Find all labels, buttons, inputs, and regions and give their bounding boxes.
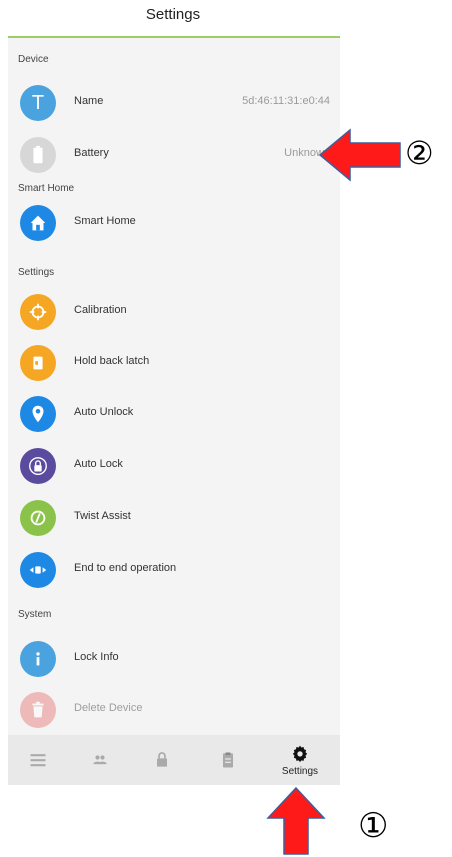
users-icon	[93, 755, 107, 765]
nav-settings-label: Settings	[281, 765, 319, 777]
crosshair-icon	[20, 294, 56, 330]
lock-icon	[157, 752, 167, 767]
annotation-marker-2: ②	[405, 134, 434, 172]
row-end-to-end[interactable]: End to end operation	[8, 548, 340, 592]
twist-icon	[20, 500, 56, 536]
section-device: Device	[18, 54, 49, 65]
row-hold-back-latch-label: Hold back latch	[74, 355, 150, 367]
nav-settings[interactable]: Settings	[268, 735, 332, 785]
bottom-nav: Settings	[8, 735, 340, 785]
row-battery[interactable]: Battery Unknown	[8, 133, 340, 177]
row-hold-back-latch[interactable]: Hold back latch	[8, 341, 340, 385]
annotation-arrow-left	[318, 128, 401, 182]
settings-list[interactable]: Device T Name 5d:46:11:31:e0:44 Battery …	[8, 38, 340, 735]
row-twist-assist[interactable]: Twist Assist	[8, 496, 340, 540]
info-icon	[20, 641, 56, 677]
nav-lock[interactable]	[132, 735, 192, 785]
avatar-letter: T	[31, 91, 45, 114]
row-lock-info-label: Lock Info	[74, 651, 119, 663]
row-name-value: 5d:46:11:31:e0:44	[242, 95, 330, 107]
battery-icon	[20, 137, 56, 173]
nav-menu[interactable]	[8, 735, 68, 785]
section-system: System	[18, 609, 52, 620]
row-calibration[interactable]: Calibration	[8, 290, 340, 334]
row-smart-home[interactable]: Smart Home	[8, 201, 340, 245]
text-avatar-icon: T	[20, 85, 56, 121]
row-lock-info[interactable]: Lock Info	[8, 637, 340, 681]
row-auto-lock-label: Auto Lock	[74, 458, 123, 470]
annotation-marker-1: ①	[358, 806, 389, 846]
row-auto-lock[interactable]: Auto Lock	[8, 444, 340, 488]
row-name-label: Name	[74, 95, 104, 107]
menu-icon	[30, 754, 46, 767]
row-smart-home-label: Smart Home	[74, 215, 136, 227]
page-title: Settings	[145, 6, 201, 23]
annotation-arrow-up	[266, 786, 326, 855]
row-battery-label: Battery	[74, 147, 109, 159]
row-auto-unlock[interactable]: Auto Unlock	[8, 392, 340, 436]
section-smart-home: Smart Home	[18, 183, 75, 194]
section-settings: Settings	[18, 267, 55, 278]
row-auto-unlock-label: Auto Unlock	[74, 406, 134, 418]
nav-users[interactable]	[70, 735, 130, 785]
clipboard-icon	[223, 752, 233, 768]
end-to-end-icon	[20, 552, 56, 588]
padlock-icon	[20, 448, 56, 484]
trash-icon	[20, 692, 56, 728]
home-icon	[20, 205, 56, 241]
row-delete-device-label: Delete Device	[74, 702, 143, 714]
gear-icon	[292, 745, 308, 762]
row-calibration-label: Calibration	[74, 304, 127, 316]
nav-log[interactable]	[198, 735, 258, 785]
row-end-to-end-label: End to end operation	[74, 562, 177, 574]
row-name[interactable]: T Name 5d:46:11:31:e0:44	[8, 81, 340, 125]
latch-icon	[20, 345, 56, 381]
row-delete-device[interactable]: Delete Device	[8, 688, 340, 732]
location-pin-icon	[20, 396, 56, 432]
row-twist-assist-label: Twist Assist	[74, 510, 131, 522]
